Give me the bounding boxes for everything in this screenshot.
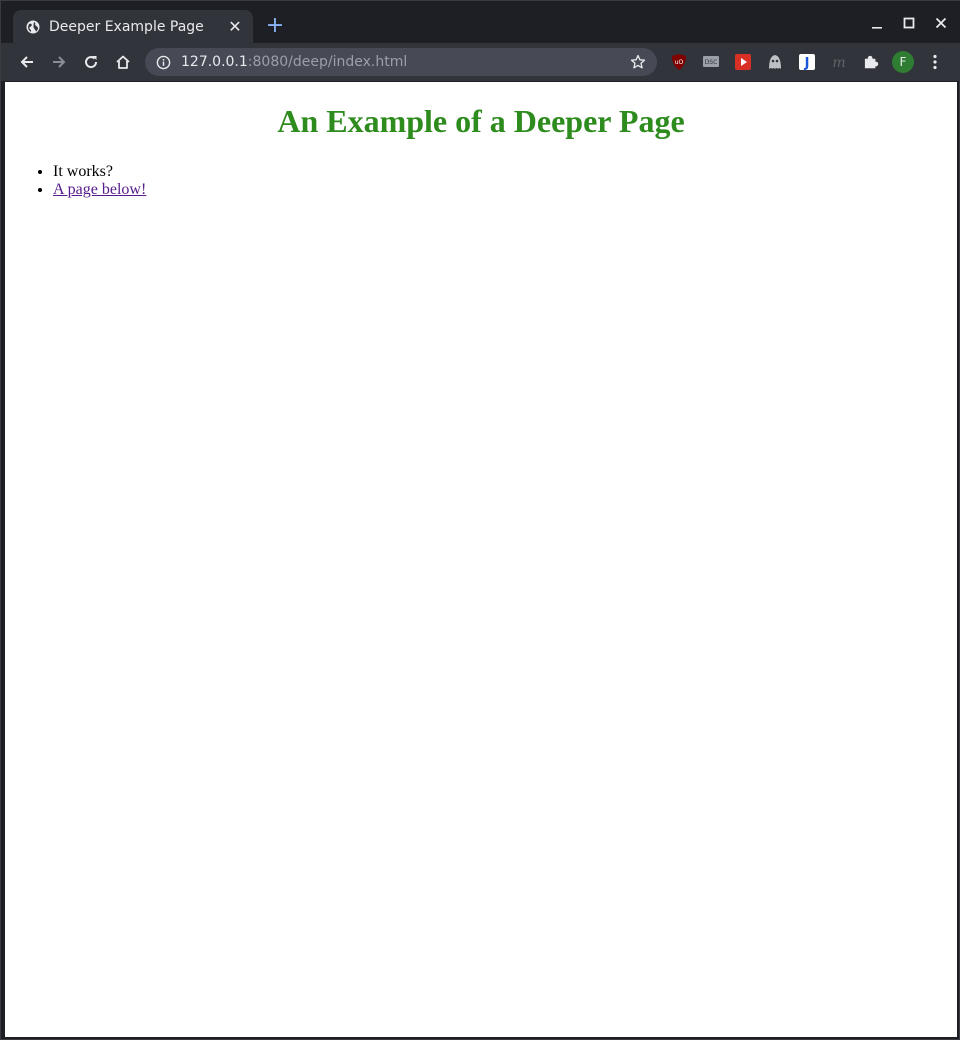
- back-button[interactable]: [13, 48, 41, 76]
- back-arrow-icon: [20, 56, 33, 68]
- profile-initial: F: [899, 55, 907, 69]
- new-tab-button[interactable]: +: [263, 15, 287, 39]
- tab-active[interactable]: Deeper Example Page ✕: [13, 10, 253, 44]
- forward-button[interactable]: [45, 48, 73, 76]
- puzzle-icon[interactable]: [861, 52, 881, 72]
- ghostery-icon[interactable]: [765, 52, 785, 72]
- bookmark-star-icon[interactable]: [629, 53, 647, 71]
- dsc-icon[interactable]: DSC: [701, 52, 721, 72]
- home-icon: [116, 55, 130, 69]
- page-viewport: An Example of a Deeper Page It works? A …: [5, 82, 957, 1037]
- tab-strip: Deeper Example Page ✕ +: [1, 1, 960, 44]
- video-icon[interactable]: [733, 52, 753, 72]
- svg-text:m: m: [832, 55, 845, 71]
- ublock-icon[interactable]: uO: [669, 52, 689, 72]
- url-host: 127.0.0.1: [181, 54, 248, 70]
- page-below-link[interactable]: A page below!: [53, 181, 146, 198]
- info-icon[interactable]: [155, 54, 171, 70]
- browser-toolbar: 127.0.0.1:8080/deep/index.html uO DSC J …: [1, 43, 960, 81]
- list-item-text: It works?: [53, 163, 113, 180]
- home-button[interactable]: [109, 48, 137, 76]
- list-item: A page below!: [53, 181, 957, 199]
- svg-text:DSC: DSC: [705, 59, 718, 66]
- svg-text:J: J: [804, 56, 810, 71]
- page-heading: An Example of a Deeper Page: [277, 103, 685, 139]
- maximize-button[interactable]: [897, 11, 921, 35]
- forward-arrow-icon: [53, 56, 66, 68]
- svg-text:uO: uO: [675, 59, 684, 66]
- reload-button[interactable]: [77, 48, 105, 76]
- page-list: It works? A page below!: [5, 163, 957, 199]
- minimize-button[interactable]: [865, 11, 889, 35]
- reload-icon: [85, 56, 98, 69]
- j-icon[interactable]: J: [797, 52, 817, 72]
- list-item: It works?: [53, 163, 957, 181]
- m-icon[interactable]: m: [829, 52, 849, 72]
- profile-avatar[interactable]: F: [891, 50, 915, 74]
- tab-close-icon[interactable]: ✕: [227, 19, 243, 35]
- browser-window: Deeper Example Page ✕ + 127.0.0.1:8080/d…: [0, 0, 960, 1040]
- url-path: :8080/deep/index.html: [247, 54, 408, 70]
- tab-title: Deeper Example Page: [49, 19, 204, 35]
- menu-kebab-icon[interactable]: [925, 52, 945, 72]
- address-bar[interactable]: 127.0.0.1:8080/deep/index.html: [145, 48, 657, 76]
- url-text[interactable]: 127.0.0.1:8080/deep/index.html: [181, 54, 629, 70]
- close-window-button[interactable]: [929, 11, 953, 35]
- globe-icon: [25, 19, 41, 35]
